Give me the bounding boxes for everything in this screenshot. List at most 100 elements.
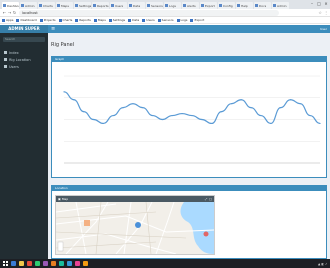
taskbar-app-icon[interactable] xyxy=(51,261,56,266)
chart-data-point[interactable] xyxy=(191,114,193,117)
browser-tab-label: Maps xyxy=(61,3,69,8)
fullscreen-icon[interactable]: □ xyxy=(209,197,212,201)
favicon-icon xyxy=(165,4,168,7)
browser-tab[interactable]: Dashboard xyxy=(2,2,19,9)
bookmark-item[interactable]: Settings xyxy=(108,18,125,22)
star-icon[interactable]: ☆ xyxy=(318,10,322,15)
brand-logo[interactable]: ADMIN SUPER xyxy=(0,25,48,33)
sidebar-search-input[interactable]: Search xyxy=(3,37,45,42)
chart-data-point[interactable] xyxy=(92,118,95,121)
sidebar-toggle-icon[interactable]: ≡ xyxy=(51,25,55,33)
browser-tab[interactable]: Users xyxy=(110,2,127,9)
map-view[interactable] xyxy=(56,202,214,254)
chart-data-point[interactable] xyxy=(171,114,173,117)
chart-data-point[interactable] xyxy=(112,114,114,117)
browser-tab[interactable]: Export xyxy=(200,2,217,9)
browser-tab-label: Users xyxy=(115,3,124,8)
location-marker-icon[interactable] xyxy=(135,222,141,228)
user-menu[interactable]: User xyxy=(320,25,327,33)
bookmark-item[interactable]: Export xyxy=(190,18,204,22)
bookmark-item[interactable]: Reports xyxy=(75,18,91,22)
browser-tab[interactable]: Maps xyxy=(56,2,73,9)
chart-data-point[interactable] xyxy=(299,103,301,105)
chart-data-point[interactable] xyxy=(122,107,124,109)
bookmark-item[interactable]: Data xyxy=(128,18,139,22)
bookmark-icon xyxy=(108,18,112,22)
browser-tab-label: Dashboard xyxy=(7,3,19,8)
bookmark-item[interactable]: Apps xyxy=(2,18,13,22)
chart-data-point[interactable] xyxy=(309,114,311,117)
browser-tab[interactable]: Reports xyxy=(92,2,109,9)
chart-data-point[interactable] xyxy=(220,110,223,113)
bookmark-item[interactable]: Charts xyxy=(58,18,72,22)
chart-data-point[interactable] xyxy=(211,122,213,125)
zoom-controls[interactable] xyxy=(57,241,64,252)
chart-data-point[interactable] xyxy=(289,99,292,101)
bookmark-item[interactable]: Dashboard xyxy=(16,18,37,22)
favicon-icon xyxy=(237,4,240,7)
taskbar-app-icon[interactable] xyxy=(83,261,88,266)
taskbar-app-icon[interactable] xyxy=(35,261,40,266)
chart-data-point[interactable] xyxy=(73,99,75,101)
taskbar-app-icon[interactable] xyxy=(67,261,72,266)
taskbar-app-icon[interactable] xyxy=(75,261,80,266)
sidebar-item[interactable]: Users xyxy=(0,63,48,70)
map-panel: ▣ Map ⤢ □ xyxy=(55,195,215,255)
bookmark-label: Sensors xyxy=(161,18,174,22)
chart-data-point[interactable] xyxy=(240,99,242,101)
chart-data-point[interactable] xyxy=(260,114,262,117)
chart-data-point[interactable] xyxy=(142,107,144,109)
bookmark-item[interactable]: Projects xyxy=(39,18,56,22)
browser-tab[interactable]: Logs xyxy=(164,2,181,9)
minimize-icon[interactable]: – xyxy=(309,1,315,6)
close-icon[interactable]: × xyxy=(323,1,329,6)
chart-data-point[interactable] xyxy=(83,110,85,113)
bookmark-label: Dashboard xyxy=(20,18,37,22)
browser-tab[interactable]: Admin xyxy=(20,2,37,9)
map-pin-icon[interactable] xyxy=(203,231,209,237)
browser-tab[interactable]: Admin xyxy=(272,2,289,9)
chart-data-point[interactable] xyxy=(102,122,104,125)
chart-data-point[interactable] xyxy=(181,112,183,115)
taskbar-app-icon[interactable] xyxy=(59,261,64,266)
chart-data-point[interactable] xyxy=(319,122,321,125)
taskbar-app-icon[interactable] xyxy=(43,261,48,266)
browser-tab[interactable]: Charts xyxy=(38,2,55,9)
chart-data-point[interactable] xyxy=(270,122,272,125)
browser-tab[interactable]: Alerts xyxy=(182,2,199,9)
url-field[interactable]: localhost xyxy=(19,9,279,16)
chart-data-point[interactable] xyxy=(152,114,154,117)
chart-data-point[interactable] xyxy=(63,91,65,93)
sidebar-item[interactable]: Index xyxy=(0,49,48,56)
bookmark-item[interactable]: Users xyxy=(142,18,155,22)
browser-tab[interactable]: Sensors xyxy=(146,2,163,9)
chart-data-point[interactable] xyxy=(280,107,282,109)
chart-data-point[interactable] xyxy=(250,107,252,109)
sidebar-item[interactable]: Rig Location xyxy=(0,56,48,63)
browser-tab[interactable]: Settings xyxy=(74,2,91,9)
chart-data-point[interactable] xyxy=(201,118,203,121)
browser-tab-bar: Dashboard Admin Charts Maps Settings Reports U… xyxy=(0,0,330,9)
taskbar-app-icon[interactable] xyxy=(19,261,24,266)
bookmark-item[interactable]: Maps xyxy=(93,18,106,22)
bookmark-item[interactable]: Logs xyxy=(176,18,187,22)
browser-tab-label: Help xyxy=(241,3,248,8)
browser-tab[interactable]: Help xyxy=(236,2,253,9)
expand-icon[interactable]: ⤢ xyxy=(205,197,207,201)
taskbar-app-icon[interactable] xyxy=(27,261,32,266)
chart-data-point[interactable] xyxy=(161,118,164,121)
browser-tab-label: Reports xyxy=(97,3,109,8)
browser-tab[interactable]: Config xyxy=(218,2,235,9)
bookmark-label: Projects xyxy=(43,18,56,22)
windows-start-icon[interactable] xyxy=(3,261,8,266)
reload-icon[interactable]: ↻ xyxy=(12,10,17,15)
browser-tab[interactable]: Data xyxy=(128,2,145,9)
chart-data-point[interactable] xyxy=(230,103,232,105)
taskbar-app-icon[interactable] xyxy=(11,261,16,266)
bookmark-item[interactable]: Sensors xyxy=(157,18,174,22)
menu-dots-icon[interactable]: ⋮ xyxy=(324,10,328,15)
chart-data-point[interactable] xyxy=(132,103,134,105)
maximize-icon[interactable]: □ xyxy=(316,1,322,6)
browser-tab[interactable]: Docs xyxy=(254,2,271,9)
map-box-header: Location xyxy=(52,186,326,191)
